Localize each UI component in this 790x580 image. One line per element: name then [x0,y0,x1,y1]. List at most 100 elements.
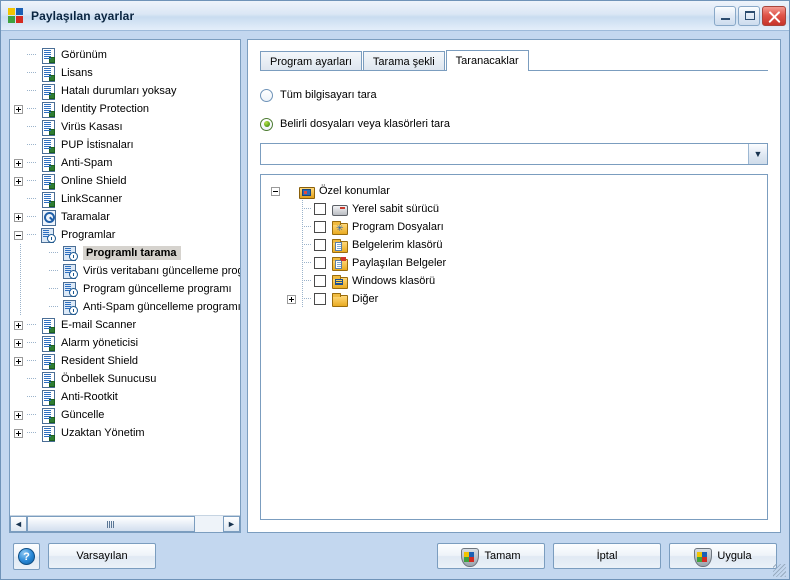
expand-icon[interactable] [287,294,296,304]
file-tree-row-0[interactable]: Özel konumlar [271,182,767,200]
expand-icon[interactable] [14,158,23,168]
ok-button[interactable]: Tamam [437,543,545,569]
maximize-button[interactable] [738,5,760,26]
location-combobox[interactable]: ▼ [260,143,768,165]
settings-doc-icon [40,137,56,154]
sidebar-item-19[interactable]: Anti-Rootkit [14,388,240,406]
help-button[interactable]: ? [13,542,40,570]
radio-checked-icon[interactable] [260,117,273,131]
file-tree-row-6[interactable]: Diğer [271,290,767,308]
collapse-icon[interactable] [271,186,280,196]
sidebar-item-21[interactable]: Uzaktan Yönetim [14,424,240,442]
tree-connector [27,424,40,442]
settings-doc-icon [40,47,56,64]
apply-button[interactable]: Uygula [669,543,777,569]
sidebar-item-label: Anti-Spam güncelleme programı [83,301,240,313]
sidebar-item-12[interactable]: Virüs veritabanı güncelleme programı [14,262,240,280]
chevron-glyph: ▼ [753,148,763,159]
tab-label: Program ayarları [270,55,352,68]
sidebar-item-2[interactable]: Hatalı durumları yoksay [14,82,240,100]
window-title: Paylaşılan ayarlar [31,8,135,23]
sidebar-item-10[interactable]: Programlar [14,226,240,244]
scroll-track[interactable] [27,516,223,532]
sidebar-item-7[interactable]: Online Shield [14,172,240,190]
expand-icon[interactable] [14,104,23,114]
sidebar-item-17[interactable]: Resident Shield [14,352,240,370]
resize-grip-icon[interactable] [773,564,786,577]
shield-icon [461,547,480,567]
defaults-button[interactable]: Varsayılan [48,543,156,569]
scan-magnifier-icon [40,209,56,226]
minimize-button[interactable] [714,5,736,26]
dialog-body: Görünüm Lisans Hatalı durumları yoksay Iden… [1,31,789,533]
sidebar-item-3[interactable]: Identity Protection [14,100,240,118]
apply-label: Uygula [717,550,752,562]
file-checkbox[interactable] [314,203,326,215]
tab-bar[interactable]: Program ayarları Tarama şekli Taranacaklar [260,50,768,71]
file-location-tree[interactable]: Özel konumlar Yerel sabit sürücü ✳ Program … [260,174,768,520]
scroll-right-button[interactable]: ► [223,516,240,532]
file-tree-connector [300,200,314,218]
tab-0[interactable]: Program ayarları [260,51,362,71]
file-tree-row-3[interactable]: Belgelerim klasörü [271,236,767,254]
sidebar-item-5[interactable]: PUP İstisnaları [14,136,240,154]
sidebar-item-8[interactable]: LinkScanner [14,190,240,208]
file-checkbox[interactable] [314,293,326,305]
expand-icon[interactable] [14,212,23,222]
collapse-icon[interactable] [14,230,23,240]
expand-icon[interactable] [14,176,23,186]
radio-unchecked-icon[interactable] [260,88,273,102]
expand-icon[interactable] [14,428,23,438]
expand-icon[interactable] [14,320,23,330]
sidebar-item-13[interactable]: Program güncelleme programı [14,280,240,298]
sidebar-item-label: Hatalı durumları yoksay [61,85,177,97]
sidebar-item-label: Virüs Kasası [61,121,123,133]
sidebar-item-14[interactable]: Anti-Spam güncelleme programı [14,298,240,316]
tree-horizontal-scrollbar[interactable]: ◄ ► [10,515,240,532]
sidebar-item-4[interactable]: Virüs Kasası [14,118,240,136]
file-tree-indent [271,236,287,254]
expand-icon[interactable] [14,410,23,420]
file-checkbox[interactable] [314,257,326,269]
sidebar-item-15[interactable]: E-mail Scanner [14,316,240,334]
tab-2[interactable]: Taranacaklar [445,50,529,71]
sidebar-item-1[interactable]: Lisans [14,64,240,82]
tree-connector [27,100,40,118]
settings-doc-icon [40,83,56,100]
sidebar-item-16[interactable]: Alarm yöneticisi [14,334,240,352]
expand-icon[interactable] [14,356,23,366]
sidebar-item-20[interactable]: Güncelle [14,406,240,424]
sidebar-item-9[interactable]: Taramalar [14,208,240,226]
file-checkbox[interactable] [314,275,326,287]
file-checkbox[interactable] [314,239,326,251]
radio-option-0[interactable]: Tüm bilgisayarı tara [260,85,768,105]
radio-option-1[interactable]: Belirli dosyaları veya klasörleri tara [260,114,768,134]
scan-target-radio-group[interactable]: Tüm bilgisayarı tara Belirli dosyaları ve… [260,71,768,134]
file-tree-row-2[interactable]: ✳ Program Dosyaları [271,218,767,236]
tree-connector [27,190,40,208]
file-tree-connector [300,290,314,308]
scroll-thumb[interactable] [27,516,195,532]
file-tree-row-1[interactable]: Yerel sabit sürücü [271,200,767,218]
tree-connector [27,64,40,82]
file-checkbox[interactable] [314,221,326,233]
tab-1[interactable]: Tarama şekli [362,51,445,71]
close-button[interactable] [762,5,786,26]
avg-logo-icon [7,7,25,25]
sidebar-item-11[interactable]: Programlı tarama [14,244,240,262]
chevron-down-icon[interactable]: ▼ [748,144,767,164]
expand-icon[interactable] [14,338,23,348]
file-tree-row-5[interactable]: Windows klasörü [271,272,767,290]
file-tree-indent [271,272,287,290]
settings-content-panel: Program ayarları Tarama şekli Taranacaklar… [247,39,781,533]
sidebar-item-6[interactable]: Anti-Spam [14,154,240,172]
sidebar-item-0[interactable]: Görünüm [14,46,240,64]
settings-doc-icon [40,65,56,82]
settings-tree[interactable]: Görünüm Lisans Hatalı durumları yoksay Iden… [10,40,240,515]
file-tree-connector [300,272,314,290]
file-tree-row-4[interactable]: Paylaşılan Belgeler [271,254,767,272]
sidebar-item-18[interactable]: Önbellek Sunucusu [14,370,240,388]
scroll-left-button[interactable]: ◄ [10,516,27,532]
sidebar-item-label: Resident Shield [61,355,139,367]
cancel-button[interactable]: İptal [553,543,661,569]
